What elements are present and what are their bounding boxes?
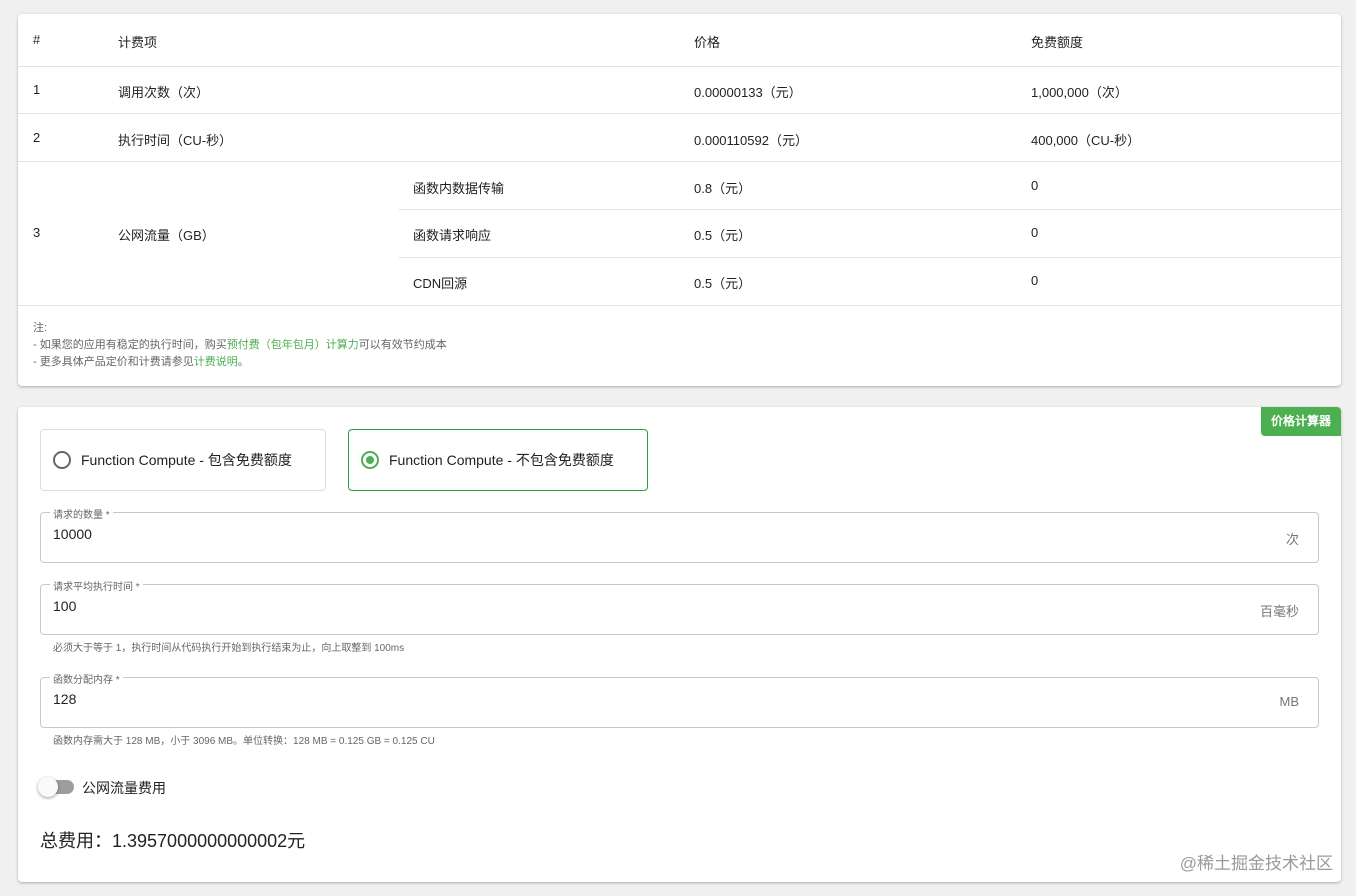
option-label: Function Compute - 不包含免费额度 — [389, 452, 614, 468]
toggle-knob[interactable] — [38, 777, 58, 797]
header-free: 免费额度 — [1031, 35, 1084, 50]
watermark: @稀土掘金技术社区 — [1179, 854, 1333, 873]
total-cost: 总费用：1.3957000000000002元 — [40, 831, 306, 851]
price-calculator-card: 价格计算器 Function Compute - 包含免费额度 Function… — [18, 407, 1341, 882]
option-without-free-tier[interactable]: Function Compute - 不包含免费额度 — [348, 429, 648, 491]
memory-field[interactable]: 函数分配内存 * MB — [40, 671, 1319, 728]
divider — [18, 305, 1341, 306]
notes-title: 注: — [33, 322, 48, 334]
row-index: 3 — [33, 225, 41, 240]
field-unit: 次 — [1285, 532, 1299, 547]
header-item: 计费项 — [118, 35, 158, 50]
divider — [399, 209, 1341, 210]
divider — [18, 66, 1341, 67]
row-item: 调用次数（次） — [118, 85, 210, 100]
subrow-price: 0.5（元） — [694, 228, 752, 243]
traffic-fee-label: 公网流量费用 — [82, 780, 166, 796]
subrow-name: 函数请求响应 — [413, 228, 492, 243]
option-label: Function Compute - 包含免费额度 — [81, 452, 292, 468]
field-unit: 百毫秒 — [1259, 604, 1299, 619]
subrow-name: CDN回源 — [413, 276, 468, 291]
field-helper-text: 函数内存需大于 128 MB，小于 3096 MB。单位转换：128 MB = … — [53, 736, 435, 747]
row-index: 1 — [33, 82, 41, 97]
billing-doc-link[interactable]: 计费说明 — [194, 356, 238, 368]
avg-exec-time-input[interactable] — [53, 598, 1203, 614]
pricing-table-card: # 计费项 价格 免费额度 1 调用次数（次） 0.00000133（元） 1,… — [18, 14, 1341, 386]
field-label: 请求平均执行时间 * — [50, 578, 143, 593]
subrow-free: 0 — [1031, 178, 1039, 193]
row-free: 400,000（CU-秒） — [1031, 133, 1141, 148]
note-text: - 如果您的应用有稳定的执行时间，购买 — [33, 339, 227, 351]
divider — [18, 113, 1341, 114]
request-count-field[interactable]: 请求的数量 * 次 — [40, 506, 1319, 563]
prepaid-link[interactable]: 预付费（包年包月）计算力 — [227, 339, 359, 351]
radio-checked-icon[interactable] — [361, 451, 379, 469]
subrow-free: 0 — [1031, 273, 1039, 288]
note-line: - 更多具体产品定价和计费请参见计费说明。 — [33, 354, 447, 371]
row-price: 0.00000133（元） — [694, 85, 802, 100]
field-label: 请求的数量 * — [50, 506, 113, 521]
header-index: # — [33, 32, 41, 47]
calculator-badge: 价格计算器 — [1260, 407, 1341, 436]
pricing-notes: 注: - 如果您的应用有稳定的执行时间，购买预付费（包年包月）计算力可以有效节约… — [33, 320, 447, 371]
field-unit: MB — [1279, 694, 1300, 709]
row-item: 公网流量（GB） — [118, 228, 215, 243]
option-with-free-tier[interactable]: Function Compute - 包含免费额度 — [40, 429, 326, 491]
row-price: 0.000110592（元） — [694, 133, 808, 148]
row-free: 1,000,000（次） — [1031, 85, 1128, 100]
note-text: 可以有效节约成本 — [358, 339, 447, 351]
divider — [18, 161, 1341, 162]
avg-exec-time-field[interactable]: 请求平均执行时间 * 百毫秒 — [40, 578, 1319, 635]
traffic-fee-toggle[interactable] — [38, 777, 74, 797]
radio-unchecked-icon[interactable] — [53, 451, 71, 469]
header-price: 价格 — [694, 35, 721, 50]
subrow-price: 0.5（元） — [694, 276, 752, 291]
note-text: 。 — [237, 356, 249, 368]
request-count-input[interactable] — [53, 526, 1203, 542]
field-label: 函数分配内存 * — [50, 671, 123, 686]
note-line: - 如果您的应用有稳定的执行时间，购买预付费（包年包月）计算力可以有效节约成本 — [33, 337, 447, 354]
divider — [399, 257, 1341, 258]
note-text: - 更多具体产品定价和计费请参见 — [33, 356, 194, 368]
subrow-price: 0.8（元） — [694, 181, 752, 196]
subrow-free: 0 — [1031, 225, 1039, 240]
memory-input[interactable] — [53, 691, 1203, 707]
row-index: 2 — [33, 130, 41, 145]
row-item: 执行时间（CU-秒） — [118, 133, 233, 148]
subrow-name: 函数内数据传输 — [413, 181, 505, 196]
field-helper-text: 必须大于等于 1，执行时间从代码执行开始到执行结束为止，向上取整到 100ms — [53, 643, 405, 654]
